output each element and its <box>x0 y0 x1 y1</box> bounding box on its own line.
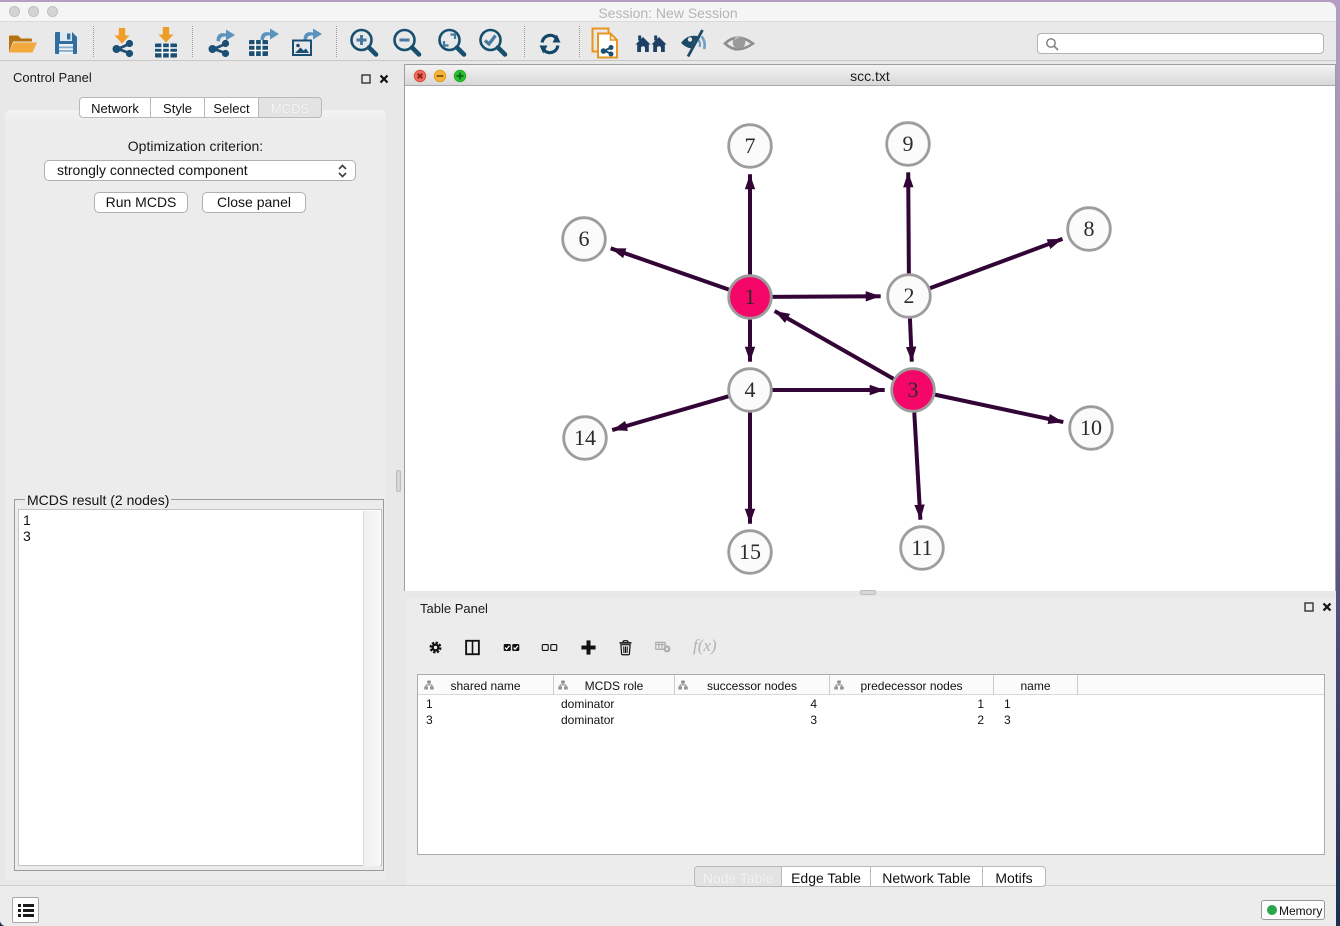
svg-text:15: 15 <box>739 539 761 564</box>
svg-text:10: 10 <box>1080 415 1102 440</box>
svg-text:1: 1 <box>745 284 756 309</box>
svg-text:6: 6 <box>579 226 590 251</box>
svg-text:4: 4 <box>745 377 756 402</box>
svg-text:9: 9 <box>903 131 914 156</box>
svg-text:2: 2 <box>904 283 915 308</box>
svg-text:11: 11 <box>911 535 932 560</box>
svg-text:3: 3 <box>908 377 919 402</box>
svg-text:7: 7 <box>745 133 756 158</box>
svg-text:8: 8 <box>1084 216 1095 241</box>
svg-text:14: 14 <box>574 425 596 450</box>
